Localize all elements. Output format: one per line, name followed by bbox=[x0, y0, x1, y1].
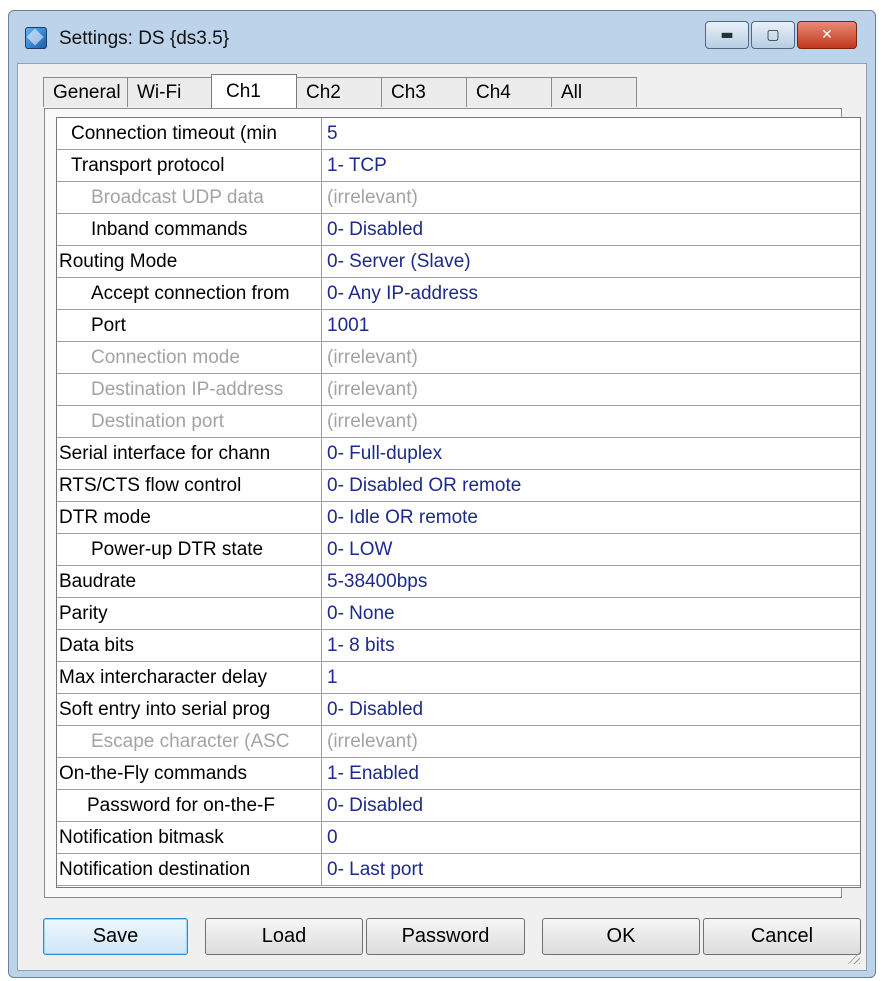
minimize-button[interactable]: ▬ bbox=[705, 21, 749, 49]
setting-name: Routing Mode bbox=[57, 246, 322, 277]
setting-row[interactable]: Transport protocol 1- TCP bbox=[57, 150, 860, 182]
tab-ch1[interactable]: Ch1 bbox=[211, 74, 297, 108]
cancel-button[interactable]: Cancel bbox=[703, 918, 861, 955]
ok-button[interactable]: OK bbox=[542, 918, 700, 955]
tab-ch4[interactable]: Ch4 bbox=[466, 77, 552, 107]
tab-all[interactable]: All bbox=[551, 77, 637, 107]
setting-row[interactable]: Accept connection from 0- Any IP-address bbox=[57, 278, 860, 310]
setting-value: (irrelevant) bbox=[327, 731, 418, 752]
setting-row[interactable]: Power-up DTR state 0- LOW bbox=[57, 534, 860, 566]
dialog-client: General Wi-Fi Ch1 Ch2 Ch3 Ch4 All Connec… bbox=[17, 63, 867, 971]
setting-name: Notification destination bbox=[57, 854, 322, 885]
setting-row[interactable]: Destination IP-address (irrelevant) bbox=[57, 374, 860, 406]
setting-value: (irrelevant) bbox=[327, 347, 418, 368]
setting-name: Power-up DTR state bbox=[57, 534, 322, 565]
setting-name: Baudrate bbox=[57, 566, 322, 597]
setting-name: Connection mode bbox=[57, 342, 322, 373]
settings-grid: Connection timeout (min 5 Transport protoc… bbox=[56, 117, 861, 888]
setting-row[interactable]: Baudrate 5-38400bps bbox=[57, 566, 860, 598]
setting-value[interactable]: 1- Enabled bbox=[327, 758, 860, 789]
setting-name: Destination port bbox=[57, 406, 322, 437]
setting-value[interactable]: 5 bbox=[327, 118, 860, 149]
setting-value[interactable]: 0- Disabled OR remote bbox=[327, 470, 860, 501]
setting-name: Data bits bbox=[57, 630, 322, 661]
setting-row[interactable]: Inband commands 0- Disabled bbox=[57, 214, 860, 246]
settings-window: Settings: DS {ds3.5} ▬ ▢ ✕ General Wi-Fi… bbox=[8, 10, 876, 978]
setting-row[interactable]: DTR mode 0- Idle OR remote bbox=[57, 502, 860, 534]
setting-row[interactable]: Connection mode (irrelevant) bbox=[57, 342, 860, 374]
setting-value: (irrelevant) bbox=[327, 411, 418, 432]
setting-row[interactable]: Destination port (irrelevant) bbox=[57, 406, 860, 438]
setting-row[interactable]: Soft entry into serial prog 0- Disabled bbox=[57, 694, 860, 726]
setting-row[interactable]: RTS/CTS flow control 0- Disabled OR remot… bbox=[57, 470, 860, 502]
setting-row[interactable]: Routing Mode 0- Server (Slave) bbox=[57, 246, 860, 278]
tab-general[interactable]: General bbox=[43, 77, 128, 107]
setting-row[interactable]: Connection timeout (min 5 bbox=[57, 118, 860, 150]
setting-row[interactable]: Password for on-the-F 0- Disabled bbox=[57, 790, 860, 822]
setting-value[interactable]: 1 bbox=[327, 662, 860, 693]
setting-row[interactable]: Broadcast UDP data (irrelevant) bbox=[57, 182, 860, 214]
setting-name: Accept connection from bbox=[57, 278, 322, 309]
save-button[interactable]: Save bbox=[43, 918, 188, 955]
setting-row[interactable]: Notification destination 0- Last port bbox=[57, 854, 860, 886]
setting-name: Connection timeout (min bbox=[57, 118, 322, 149]
setting-row[interactable]: Parity 0- None bbox=[57, 598, 860, 630]
setting-value[interactable]: 0- Server (Slave) bbox=[327, 246, 860, 277]
app-icon bbox=[25, 27, 47, 49]
setting-value[interactable]: 0- Disabled bbox=[327, 790, 860, 821]
password-button[interactable]: Password bbox=[366, 918, 525, 955]
maximize-button[interactable]: ▢ bbox=[751, 21, 795, 49]
setting-row[interactable]: Port 1001 bbox=[57, 310, 860, 342]
setting-row[interactable]: On-the-Fly commands 1- Enabled bbox=[57, 758, 860, 790]
setting-name: Escape character (ASC bbox=[57, 726, 322, 757]
setting-name: Serial interface for chann bbox=[57, 438, 322, 469]
setting-name: Destination IP-address bbox=[57, 374, 322, 405]
setting-name: Max intercharacter delay bbox=[57, 662, 322, 693]
setting-name: On-the-Fly commands bbox=[57, 758, 322, 789]
setting-value[interactable]: 1- TCP bbox=[327, 150, 860, 181]
setting-value[interactable]: 0- Full-duplex bbox=[327, 438, 860, 469]
setting-value: (irrelevant) bbox=[327, 379, 418, 400]
setting-value[interactable]: 0- LOW bbox=[327, 534, 860, 565]
setting-name: Parity bbox=[57, 598, 322, 629]
window-title: Settings: DS {ds3.5} bbox=[59, 28, 230, 49]
setting-name: DTR mode bbox=[57, 502, 322, 533]
load-button[interactable]: Load bbox=[205, 918, 363, 955]
setting-row[interactable]: Serial interface for chann 0- Full-duplex bbox=[57, 438, 860, 470]
setting-value[interactable]: 0- Any IP-address bbox=[327, 278, 860, 309]
setting-value[interactable]: 5-38400bps bbox=[327, 566, 860, 597]
setting-row[interactable]: Notification bitmask 0 bbox=[57, 822, 860, 854]
setting-name: Soft entry into serial prog bbox=[57, 694, 322, 725]
tab-ch3[interactable]: Ch3 bbox=[381, 77, 467, 107]
ch1-tab-panel: Connection timeout (min 5 Transport protoc… bbox=[44, 108, 861, 898]
setting-value: (irrelevant) bbox=[327, 187, 418, 208]
setting-value[interactable]: 0- Disabled bbox=[327, 214, 860, 245]
close-button[interactable]: ✕ bbox=[797, 21, 857, 49]
setting-row[interactable]: Escape character (ASC (irrelevant) bbox=[57, 726, 860, 758]
tab-ch2[interactable]: Ch2 bbox=[296, 77, 382, 107]
setting-row[interactable]: Data bits 1- 8 bits bbox=[57, 630, 860, 662]
setting-name: Transport protocol bbox=[57, 150, 322, 181]
setting-value[interactable]: 0- None bbox=[327, 598, 860, 629]
setting-name: Password for on-the-F bbox=[57, 790, 322, 821]
title-bar[interactable]: Settings: DS {ds3.5} ▬ ▢ ✕ bbox=[9, 11, 875, 63]
setting-row[interactable]: Max intercharacter delay 1 bbox=[57, 662, 860, 694]
setting-name: RTS/CTS flow control bbox=[57, 470, 322, 501]
setting-value[interactable]: 0- Disabled bbox=[327, 694, 860, 725]
setting-name: Notification bitmask bbox=[57, 822, 322, 853]
setting-value[interactable]: 1001 bbox=[327, 310, 860, 341]
tab-wifi[interactable]: Wi-Fi bbox=[127, 77, 212, 107]
setting-name: Port bbox=[57, 310, 322, 341]
setting-name: Broadcast UDP data bbox=[57, 182, 322, 213]
setting-value[interactable]: 1- 8 bits bbox=[327, 630, 860, 661]
setting-value[interactable]: 0 bbox=[327, 822, 860, 853]
setting-value[interactable]: 0- Idle OR remote bbox=[327, 502, 860, 533]
setting-value[interactable]: 0- Last port bbox=[327, 854, 860, 885]
setting-name: Inband commands bbox=[57, 214, 322, 245]
